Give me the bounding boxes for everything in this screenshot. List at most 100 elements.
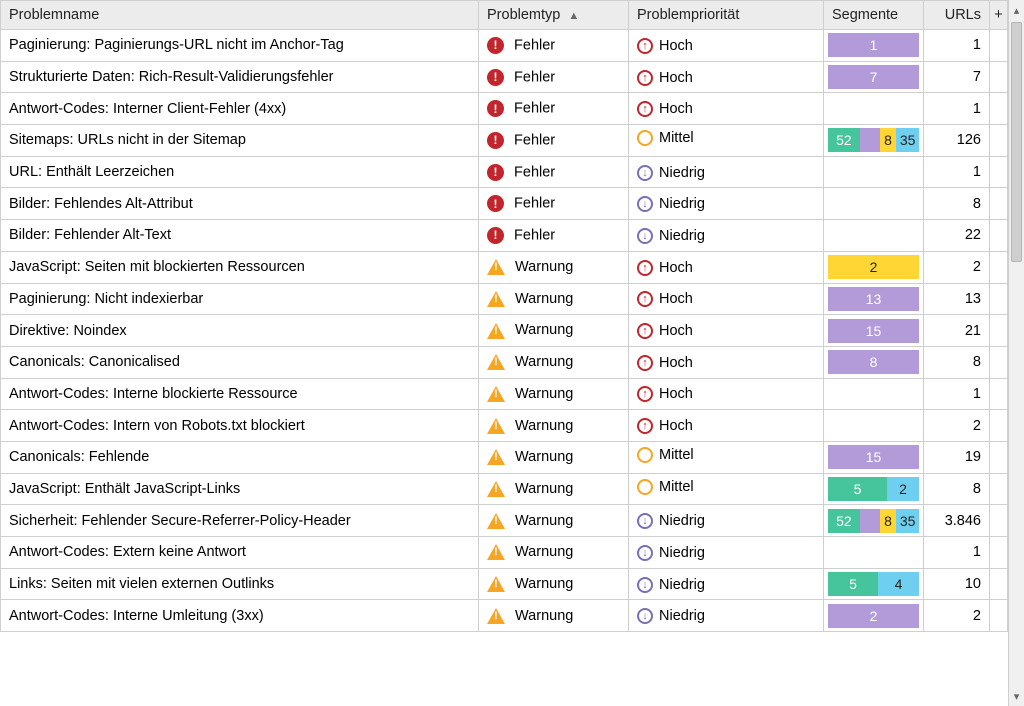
cell-spacer: [990, 156, 1008, 188]
type-label: Fehler: [510, 37, 555, 53]
type-label: Warnung: [511, 259, 573, 275]
priority-medium-icon: [637, 130, 653, 146]
type-label: Warnung: [511, 386, 573, 402]
table-row[interactable]: Sitemaps: URLs nicht in der Sitemap! Feh…: [1, 125, 1008, 157]
cell-priority: Niedrig: [629, 505, 824, 537]
warning-icon: [487, 608, 505, 624]
cell-priority: Mittel: [629, 125, 824, 157]
cell-priority: Hoch: [629, 315, 824, 347]
cell-priority: Niedrig: [629, 568, 824, 600]
priority-label: Hoch: [659, 355, 693, 371]
cell-problem-name: Antwort-Codes: Extern keine Antwort: [1, 537, 479, 569]
type-label: Fehler: [510, 164, 555, 180]
segment-yellow: 8: [880, 509, 896, 533]
segment-bar: 7: [828, 65, 919, 89]
cell-problem-type: Warnung: [479, 568, 629, 600]
segment-purple: 8: [828, 350, 919, 374]
table-row[interactable]: URL: Enthält Leerzeichen! FehlerNiedrig1: [1, 156, 1008, 188]
segment-green: 5: [828, 572, 878, 596]
table-row[interactable]: Links: Seiten mit vielen externen Outlin…: [1, 568, 1008, 600]
type-label: Fehler: [510, 132, 555, 148]
vertical-scrollbar[interactable]: ▴ ▾: [1008, 0, 1024, 706]
error-icon: !: [487, 195, 504, 212]
cell-segments: 1: [824, 30, 924, 62]
scroll-down-icon[interactable]: ▾: [1009, 686, 1024, 706]
segment-yellow: 2: [828, 255, 919, 279]
issues-table: Problemname Problemtyp ▲ Problemprioritä…: [0, 0, 1008, 632]
segment-bar: 1: [828, 33, 919, 57]
type-label: Warnung: [511, 513, 573, 529]
table-row[interactable]: Paginierung: Nicht indexierbar WarnungHo…: [1, 283, 1008, 315]
table-row[interactable]: Antwort-Codes: Extern keine Antwort Warn…: [1, 537, 1008, 569]
cell-priority: Hoch: [629, 251, 824, 283]
table-row[interactable]: Canonicals: Fehlende WarnungMittel1519: [1, 441, 1008, 473]
cell-problem-name: Antwort-Codes: Intern von Robots.txt blo…: [1, 410, 479, 442]
cell-segments: 2: [824, 251, 924, 283]
cell-spacer: [990, 283, 1008, 315]
table-row[interactable]: Antwort-Codes: Interne Umleitung (3xx) W…: [1, 600, 1008, 632]
col-header-urls[interactable]: URLs: [924, 1, 990, 30]
table-row[interactable]: Bilder: Fehlendes Alt-Attribut! FehlerNi…: [1, 188, 1008, 220]
cell-problem-type: ! Fehler: [479, 220, 629, 252]
table-row[interactable]: Canonicals: Canonicalised WarnungHoch88: [1, 346, 1008, 378]
type-label: Warnung: [511, 291, 573, 307]
cell-problem-name: Bilder: Fehlendes Alt-Attribut: [1, 188, 479, 220]
cell-segments: 54: [824, 568, 924, 600]
table-row[interactable]: Bilder: Fehlender Alt-Text! FehlerNiedri…: [1, 220, 1008, 252]
priority-high-icon: [637, 386, 653, 402]
priority-label: Niedrig: [659, 513, 705, 529]
type-label: Warnung: [511, 354, 573, 370]
priority-high-icon: [637, 355, 653, 371]
segment-purple: 15: [828, 445, 919, 469]
type-label: Warnung: [511, 322, 573, 338]
table-row[interactable]: Antwort-Codes: Intern von Robots.txt blo…: [1, 410, 1008, 442]
segment-bar: 2: [828, 255, 919, 279]
cell-url-count: 7: [924, 61, 990, 93]
table-row[interactable]: Direktive: Noindex WarnungHoch1521: [1, 315, 1008, 347]
segment-bar: 15: [828, 445, 919, 469]
cell-problem-name: Sicherheit: Fehlender Secure-Referrer-Po…: [1, 505, 479, 537]
priority-high-icon: [637, 418, 653, 434]
priority-low-icon: [637, 165, 653, 181]
scroll-up-icon[interactable]: ▴: [1009, 0, 1024, 20]
add-column-button[interactable]: +: [990, 1, 1008, 30]
col-header-priority[interactable]: Problempriorität: [629, 1, 824, 30]
cell-segments: [824, 93, 924, 125]
col-header-type[interactable]: Problemtyp ▲: [479, 1, 629, 30]
priority-label: Hoch: [659, 260, 693, 276]
cell-problem-name: Bilder: Fehlender Alt-Text: [1, 220, 479, 252]
table-row[interactable]: Antwort-Codes: Interne blockierte Ressou…: [1, 378, 1008, 410]
priority-low-icon: [637, 513, 653, 529]
sort-asc-icon: ▲: [568, 10, 579, 22]
cell-priority: Niedrig: [629, 188, 824, 220]
table-row[interactable]: Paginierung: Paginierungs-URL nicht im A…: [1, 30, 1008, 62]
cell-problem-name: Paginierung: Paginierungs-URL nicht im A…: [1, 30, 479, 62]
cell-priority: Niedrig: [629, 537, 824, 569]
cell-url-count: 2: [924, 251, 990, 283]
priority-label: Niedrig: [659, 165, 705, 181]
priority-medium-icon: [637, 479, 653, 495]
cell-priority: Hoch: [629, 346, 824, 378]
segment-green: 52: [828, 128, 860, 152]
priority-low-icon: [637, 228, 653, 244]
cell-problem-type: Warnung: [479, 537, 629, 569]
cell-spacer: [990, 473, 1008, 505]
cell-problem-type: ! Fehler: [479, 93, 629, 125]
table-row[interactable]: Strukturierte Daten: Rich-Result-Validie…: [1, 61, 1008, 93]
error-icon: !: [487, 132, 504, 149]
scroll-thumb[interactable]: [1011, 22, 1022, 262]
col-header-name[interactable]: Problemname: [1, 1, 479, 30]
table-row[interactable]: JavaScript: Seiten mit blockierten Resso…: [1, 251, 1008, 283]
table-row[interactable]: Antwort-Codes: Interner Client-Fehler (4…: [1, 93, 1008, 125]
cell-segments: 7: [824, 61, 924, 93]
table-row[interactable]: JavaScript: Enthält JavaScript-Links War…: [1, 473, 1008, 505]
cell-url-count: 2: [924, 600, 990, 632]
priority-label: Niedrig: [659, 545, 705, 561]
table-row[interactable]: Sicherheit: Fehlender Secure-Referrer-Po…: [1, 505, 1008, 537]
col-header-segments[interactable]: Segmente: [824, 1, 924, 30]
cell-problem-type: Warnung: [479, 410, 629, 442]
scroll-track[interactable]: [1009, 20, 1024, 686]
cell-segments: 13: [824, 283, 924, 315]
cell-problem-name: Links: Seiten mit vielen externen Outlin…: [1, 568, 479, 600]
cell-spacer: [990, 315, 1008, 347]
